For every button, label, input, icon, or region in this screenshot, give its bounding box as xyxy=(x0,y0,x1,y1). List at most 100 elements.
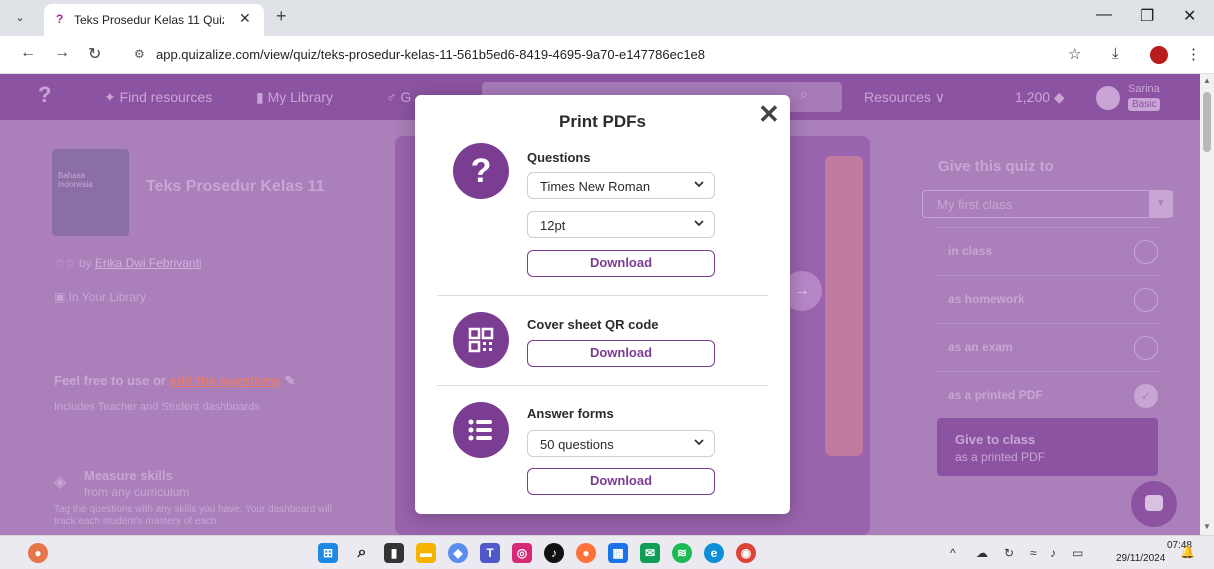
download-label: Download xyxy=(589,255,653,270)
chrome-icon[interactable]: ◉ xyxy=(736,543,756,563)
address-bar: ← → ↻ ⚙ app.quizalize.com/view/quiz/teks… xyxy=(0,36,1214,74)
task-view-icon[interactable]: ▮ xyxy=(384,543,404,563)
copilot-icon[interactable]: ◆ xyxy=(448,543,468,563)
teams-icon[interactable]: T xyxy=(480,543,500,563)
mail-icon[interactable]: ✉ xyxy=(640,543,660,563)
option-label: as homework xyxy=(948,292,1025,306)
download-questions-button[interactable]: Download xyxy=(527,250,715,277)
class-select[interactable]: My first class ▼ xyxy=(922,190,1173,218)
option-label: as a printed PDF xyxy=(948,388,1043,402)
radio-as-homework[interactable] xyxy=(1134,288,1158,312)
questions-label: Questions xyxy=(527,150,591,165)
tab-search-icon[interactable]: ⌄ xyxy=(10,9,30,27)
tag-icon: ◈ xyxy=(54,474,67,491)
in-library-label: In Your Library xyxy=(68,290,147,304)
radio-as-exam[interactable] xyxy=(1134,336,1158,360)
notification-bell-icon[interactable]: 🔔 xyxy=(1180,545,1195,559)
option-label: in class xyxy=(948,244,993,258)
scroll-thumb[interactable] xyxy=(1203,92,1211,152)
feel-free-label: Feel free to use or xyxy=(54,373,166,388)
scroll-up-icon[interactable]: ▲ xyxy=(1203,76,1211,85)
option-as-printed-pdf[interactable]: as a printed PDF ✓ xyxy=(938,371,1160,419)
wifi-icon[interactable]: ≈ xyxy=(1030,546,1037,560)
radio-in-class[interactable] xyxy=(1134,240,1158,264)
user-avatar[interactable] xyxy=(1096,86,1120,110)
font-select-value: Times New Roman xyxy=(540,179,651,194)
profile-avatar[interactable] xyxy=(1150,46,1168,64)
spotify-icon[interactable]: ≋ xyxy=(672,543,692,563)
close-icon[interactable]: ✕ xyxy=(758,99,780,130)
edge-icon[interactable]: e xyxy=(704,543,724,563)
download-label: Download xyxy=(589,473,653,488)
cover-text: Bahasa Indonesia xyxy=(58,171,93,189)
scroll-down-icon[interactable]: ▼ xyxy=(1203,522,1211,531)
url-text: app.quizalize.com/view/quiz/teks-prosedu… xyxy=(156,47,706,62)
volume-icon[interactable]: ♪ xyxy=(1050,546,1056,560)
nav-find-resources[interactable]: ✦ Find resources xyxy=(104,89,212,106)
print-pdfs-modal: Print PDFs ✕ ? Questions Times New Roman… xyxy=(415,95,790,514)
onedrive-icon[interactable]: ☁ xyxy=(976,546,988,560)
nav-my-library[interactable]: ▮ My Library xyxy=(256,89,333,106)
give-to-class-button[interactable]: Give to class as a printed PDF xyxy=(937,418,1158,476)
restore-icon[interactable]: ❐ xyxy=(1140,6,1154,26)
divider xyxy=(437,385,768,386)
tiktok-icon[interactable]: ♪ xyxy=(544,543,564,563)
download-cover-button[interactable]: Download xyxy=(527,340,715,367)
edit-questions-link[interactable]: edit the questions xyxy=(170,373,281,388)
tray-chevron-icon[interactable]: ^ xyxy=(950,546,956,560)
give-button-label: Give to class xyxy=(955,432,1036,447)
resources-dropdown[interactable]: Resources ∨ xyxy=(864,89,945,106)
chevron-down-icon xyxy=(694,439,704,446)
preview-side-strip xyxy=(825,156,863,456)
bookmark-star-icon[interactable]: ☆ xyxy=(1068,45,1081,63)
reload-icon[interactable]: ↻ xyxy=(88,44,101,64)
battery-icon[interactable]: ▭ xyxy=(1072,546,1083,560)
page-scrollbar[interactable]: ▲ ▼ xyxy=(1200,74,1214,535)
window-close-icon[interactable]: ✕ xyxy=(1183,6,1196,26)
site-info-icon[interactable]: ⚙ xyxy=(134,47,145,61)
chevron-down-icon xyxy=(694,181,704,188)
give-quiz-title: Give this quiz to xyxy=(938,158,1054,175)
tab-title: Teks Prosedur Kelas 11 Quiz | Q xyxy=(74,13,224,27)
option-as-exam[interactable]: as an exam xyxy=(938,323,1160,371)
firefox-icon[interactable]: ● xyxy=(576,543,596,563)
question-count-select[interactable]: 50 questions xyxy=(527,430,715,457)
file-explorer-icon[interactable]: ▬ xyxy=(416,543,436,563)
store-icon[interactable]: ▦ xyxy=(608,543,628,563)
radio-checked-icon[interactable]: ✓ xyxy=(1134,384,1158,408)
back-icon[interactable]: ← xyxy=(20,44,36,62)
instagram-icon[interactable]: ◎ xyxy=(512,543,532,563)
modal-title: Print PDFs xyxy=(559,112,646,131)
downloads-icon[interactable]: ⤓ xyxy=(1112,45,1119,62)
sync-icon[interactable]: ↻ xyxy=(1004,546,1014,560)
option-as-homework[interactable]: as homework xyxy=(938,275,1160,323)
author-link[interactable]: Erika Dwi Febrivanti xyxy=(95,256,202,270)
widgets-icon[interactable]: ● xyxy=(28,543,48,563)
clock-date[interactable]: 29/11/2024 xyxy=(1116,553,1165,564)
quizalize-logo-icon[interactable]: ? xyxy=(38,82,51,108)
windows-taskbar: ● ⊞ ⌕ ▮ ▬ ◆ T ◎ ♪ ● ▦ ✉ ≋ e ◉ ^ ☁ ↻ ≈ ♪ … xyxy=(0,535,1214,569)
option-in-class[interactable]: in class xyxy=(938,227,1160,275)
url-field[interactable]: ⚙ app.quizalize.com/view/quiz/teks-prose… xyxy=(120,42,1100,68)
download-answers-button[interactable]: Download xyxy=(527,468,715,495)
download-label: Download xyxy=(589,345,653,360)
give-button-sublabel: as a printed PDF xyxy=(955,450,1046,464)
browser-menu-icon[interactable]: ⋮ xyxy=(1186,45,1201,63)
answer-forms-label: Answer forms xyxy=(527,406,614,421)
font-select[interactable]: Times New Roman xyxy=(527,172,715,199)
forward-icon[interactable]: → xyxy=(54,44,70,62)
search-icon[interactable]: ⌕ xyxy=(352,543,372,563)
coins-value: 1,200 xyxy=(1015,89,1051,105)
browser-tab[interactable]: ? Teks Prosedur Kelas 11 Quiz | Q ✕ xyxy=(44,4,264,36)
cover-sheet-label: Cover sheet QR code xyxy=(527,317,659,332)
new-tab-icon[interactable]: + xyxy=(276,6,287,27)
font-size-select[interactable]: 12pt xyxy=(527,211,715,238)
search-icon[interactable]: ⌕ xyxy=(800,86,808,103)
font-size-value: 12pt xyxy=(540,218,566,233)
nav-third-link[interactable]: ♂ G xyxy=(386,89,411,105)
measure-skills-title: Measure skills xyxy=(84,468,173,483)
minimize-icon[interactable]: — xyxy=(1096,6,1112,24)
chat-support-icon[interactable] xyxy=(1131,481,1177,527)
tab-close-icon[interactable]: ✕ xyxy=(239,10,251,27)
start-icon[interactable]: ⊞ xyxy=(318,543,338,563)
